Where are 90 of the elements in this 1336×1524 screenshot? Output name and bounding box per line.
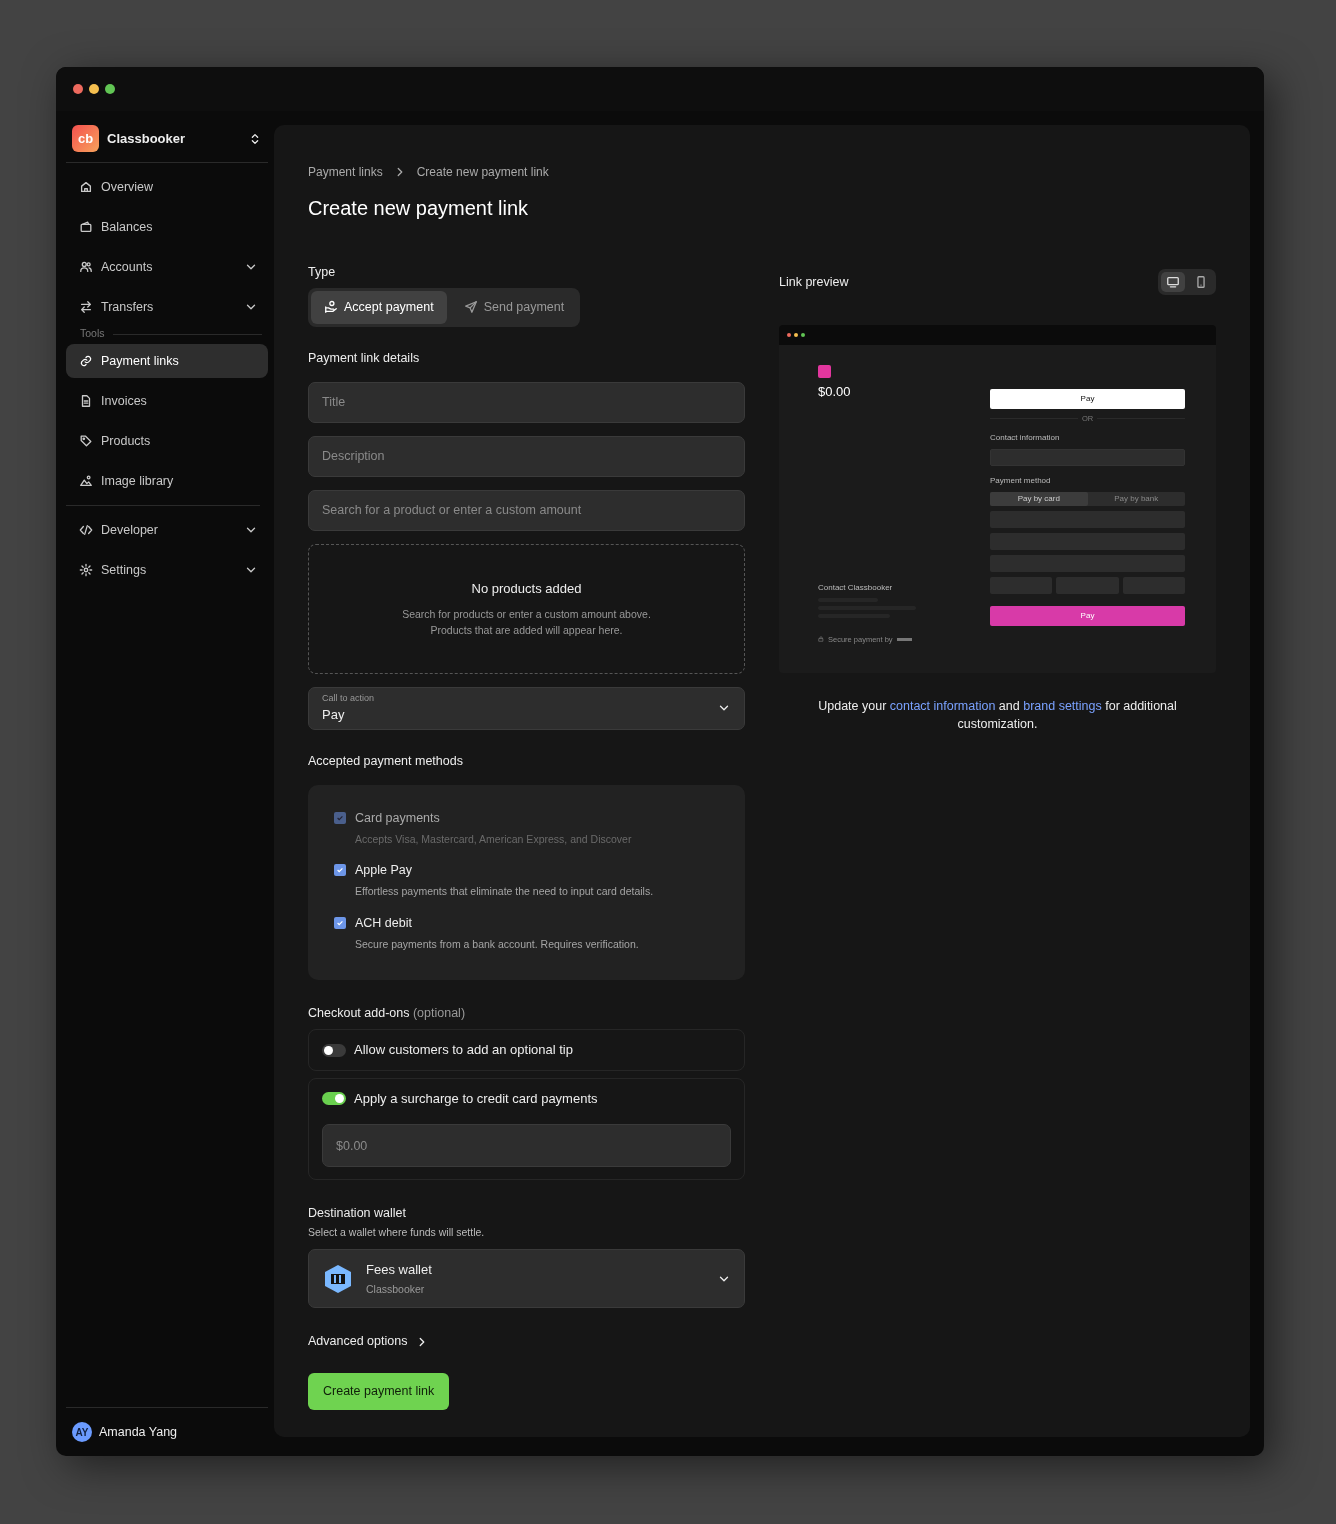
check-icon [336,918,344,927]
addon-label: Apply a surcharge to credit card payments [354,1089,598,1108]
method-description: Accepts Visa, Mastercard, American Express, and Discover [355,831,632,847]
section-heading: Tools [80,326,105,342]
arrows-icon [79,300,93,314]
brand-logo [896,637,912,641]
field-value: Pay [322,706,346,725]
call-to-action-select[interactable]: Call to action Pay [308,686,745,730]
apple-pay-button[interactable]: Pay [990,389,1185,409]
sidebar-item[interactable]: Developer [66,513,268,547]
section-heading: Link preview [779,273,849,291]
sidebar-item[interactable]: Products [66,424,268,458]
method-tab[interactable]: Pay by bank [1087,492,1185,507]
method-tab[interactable]: Pay by card [990,492,1088,507]
method-label: ACH debit [355,914,413,932]
type-tab[interactable]: Send payment [450,291,578,324]
sidebar-item[interactable]: Overview [66,170,268,204]
monitor-icon [1166,275,1180,289]
code-icon [79,523,93,537]
empty-state-text: Products that are added will appear here. [430,622,623,638]
empty-state-title: No products added [471,580,582,599]
link[interactable]: contact information [889,699,996,713]
breadcrumb-link[interactable]: Create new payment link [416,163,549,181]
field-label: Call to action [322,691,376,705]
amount-field[interactable]: $0.00 [322,1124,731,1168]
user-avatar: AY [72,1422,92,1442]
phone-icon [1194,275,1208,289]
window-control-dot[interactable] [73,84,83,94]
window-control-dot[interactable] [105,84,115,94]
sidebar-item[interactable]: Image library [66,464,268,498]
pay-button[interactable]: Pay [990,606,1185,627]
section-heading: Payment link details [308,350,421,366]
sidebar-item[interactable]: Accounts [66,250,268,284]
form-heading: Payment method [990,475,1052,488]
checkbox[interactable] [334,916,346,929]
workspace-logo: cb [72,125,99,152]
wallet-select[interactable]: Fees wallet Classbooker [308,1249,745,1309]
hand-coins-icon [324,300,338,315]
method-label: Apple Pay [355,862,413,880]
section-heading: Destination wallet [308,1206,407,1222]
create-button[interactable]: Create payment link [308,1373,450,1410]
sidebar-item[interactable]: Payment links [66,344,268,378]
tag-icon [79,434,93,448]
checkbox[interactable] [334,864,346,877]
image-icon [79,474,93,488]
link[interactable]: brand settings [1023,699,1102,713]
check-icon [336,813,344,822]
toggle-switch[interactable] [322,1043,346,1057]
text-field[interactable]: Search for a product or enter a custom amount [308,489,745,531]
sidebar-item[interactable]: Balances [66,210,268,244]
check-icon [336,866,344,875]
empty-state-text: Search for products or enter a custom amount above. [402,606,651,622]
text-field[interactable]: Description [308,435,745,477]
user-name: Amanda Yang [99,1423,178,1441]
users-icon [79,260,93,274]
section-heading: Checkout add-ons (optional) [308,1006,467,1022]
home-icon [79,180,93,194]
lock-icon [818,636,824,643]
form-heading: Contact information [990,432,1061,445]
desktop-view-button[interactable] [1161,272,1185,292]
wallet-organization: Classbooker [366,1281,426,1297]
link-icon [79,354,93,368]
settings-icon [79,563,93,577]
advanced-options-toggle[interactable]: Advanced options [308,1332,430,1351]
page-title: Create new payment link [308,196,530,221]
addon-label: Allow customers to add an optional tip [354,1041,573,1060]
wallet-icon [79,220,93,234]
breadcrumb-link[interactable]: Payment links [308,163,383,181]
method-label: Card payments [355,809,441,827]
section-label: Type [308,265,337,280]
merchant-logo [818,365,831,378]
preview-amount: $0.00 [818,383,852,401]
sidebar-item[interactable]: Transfers [66,290,268,324]
toggle-switch[interactable] [322,1092,346,1105]
workspace-name: Classbooker [107,129,187,148]
document-icon [79,394,93,408]
section-heading: Accepted payment methods [308,753,464,769]
text-field[interactable]: Title [308,381,745,423]
section-subtitle: Select a wallet where funds will settle. [308,1225,486,1241]
wallet-logo-icon [322,1262,354,1295]
merchant-contact: Contact Classbooker [818,581,894,594]
type-tab[interactable]: Accept payment [311,291,447,324]
window-control-dot[interactable] [89,84,99,94]
sidebar-item[interactable]: Invoices [66,384,268,418]
preview-footnote: Update your contact information and brand settings for additional customization. [817,698,1178,734]
send-icon [463,300,478,315]
method-description: Secure payments from a bank account. Requires verification. [355,936,639,952]
wallet-name: Fees wallet [366,1261,433,1279]
method-description: Effortless payments that eliminate the need to input card details. [355,884,654,899]
sidebar-item[interactable]: Settings [66,553,268,587]
